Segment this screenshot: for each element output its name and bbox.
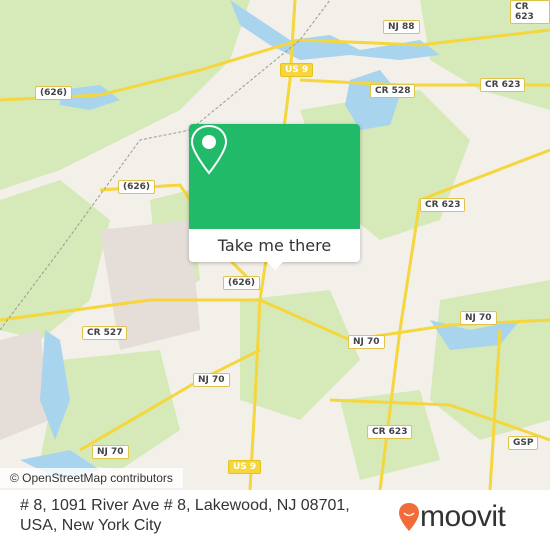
road-label: CR 527	[82, 326, 128, 340]
moovit-pin-icon	[399, 503, 419, 531]
road-label: NJ 70	[348, 335, 385, 349]
road-label: US 9	[228, 460, 262, 474]
road-label: CR 623	[420, 198, 466, 212]
address-text: # 8, 1091 River Ave # 8, Lakewood, NJ 08…	[20, 497, 350, 534]
road-label: CR 623	[480, 78, 526, 92]
moovit-logo: moovit	[398, 500, 506, 534]
road-label: (626)	[118, 180, 156, 194]
popup-pointer	[267, 262, 283, 270]
road-label: CR 623	[367, 425, 413, 439]
road-label: NJ 70	[92, 445, 129, 459]
road-label: (626)	[223, 276, 261, 290]
attribution[interactable]: © OpenStreetMap contributors	[0, 468, 183, 488]
road-label: NJ 70	[193, 373, 230, 387]
brand-name: moovit	[420, 500, 506, 533]
road-label: (626)	[35, 86, 73, 100]
road-label: CR 623	[510, 0, 550, 24]
road-label: CR 528	[370, 84, 416, 98]
footer: # 8, 1091 River Ave # 8, Lakewood, NJ 08…	[0, 490, 550, 550]
road-label: US 9	[280, 63, 314, 77]
location-popup: Take me there	[189, 124, 360, 270]
map[interactable]: CR 623 NJ 88 US 9 CR 528 CR 623 (626) (6…	[0, 0, 550, 490]
road-label: NJ 70	[460, 311, 497, 325]
popup-header	[189, 124, 360, 229]
map-pin-icon	[190, 124, 228, 175]
take-me-there-button[interactable]: Take me there	[189, 229, 360, 262]
road-label: NJ 88	[383, 20, 420, 34]
road-label: GSP	[508, 436, 539, 450]
